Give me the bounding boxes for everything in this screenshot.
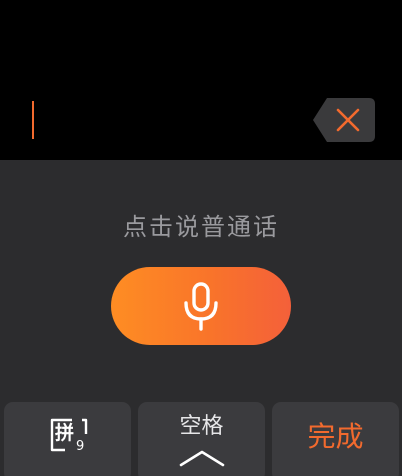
voice-input-keyboard-screen: 点击说普通话 拼 9 空格 完成 [0,0,402,476]
space-button[interactable]: 空格 [138,402,265,476]
microphone-button[interactable] [111,267,291,345]
done-label: 完成 [307,420,364,453]
voice-input-panel: 点击说普通话 拼 9 空格 完成 [0,160,402,476]
backspace-icon [313,98,375,142]
text-input-area[interactable] [0,0,402,160]
text-caret [32,101,34,139]
microphone-icon [184,282,218,331]
pinyin-keyboard-switch-button[interactable]: 拼 9 [4,402,131,476]
chevron-up-icon [178,448,226,468]
pinyin-9-keyboard-icon: 拼 9 [49,418,89,458]
pinyin-glyph: 拼 [55,422,75,444]
voice-hint-text: 点击说普通话 [123,213,279,241]
delete-button[interactable] [313,98,375,142]
done-button[interactable]: 完成 [272,402,399,476]
space-label: 空格 [179,414,224,439]
pinyin-number: 9 [76,439,85,454]
